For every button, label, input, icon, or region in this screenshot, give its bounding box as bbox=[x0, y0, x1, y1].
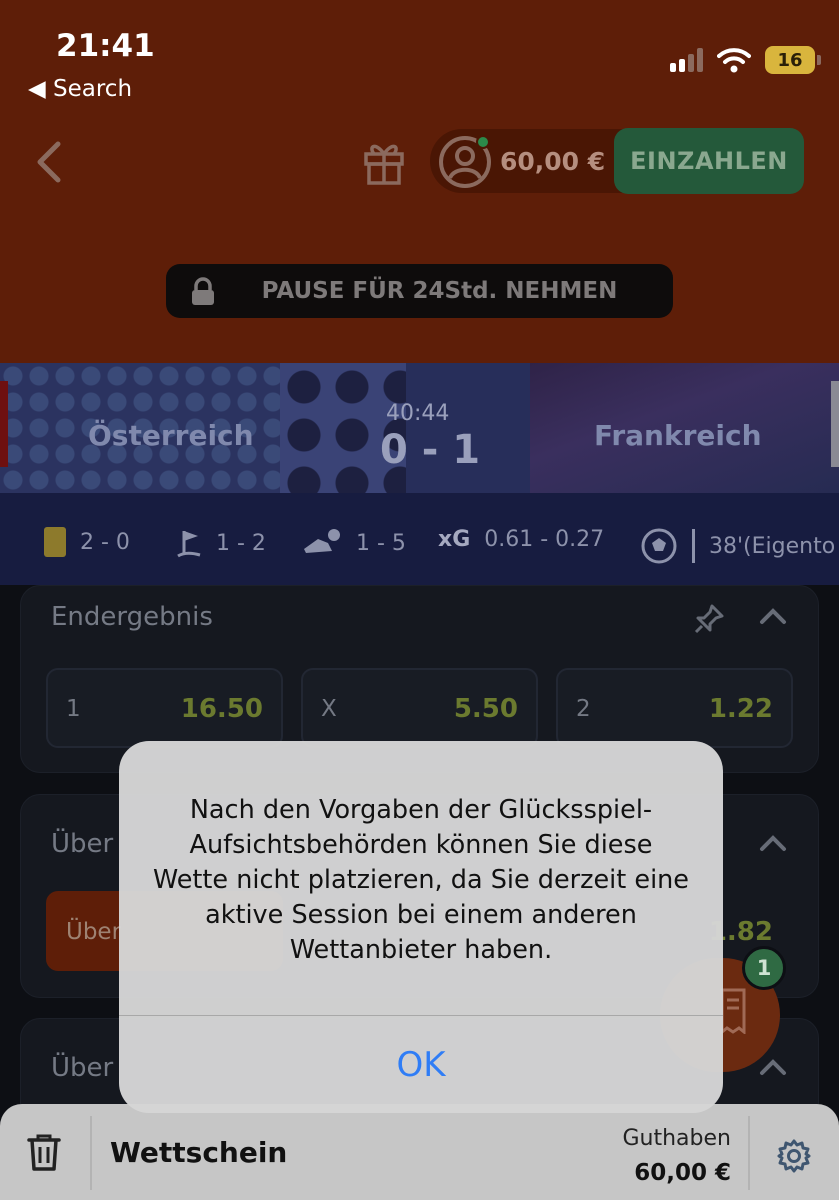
match-stats-bar[interactable]: 2 - 0 1 - 2 1 - 5 xG 0.61 - 0.27 38'(Eig… bbox=[0, 493, 839, 585]
chevron-up-icon[interactable] bbox=[758, 831, 788, 855]
deposit-button[interactable]: EINZAHLEN bbox=[614, 128, 804, 194]
away-team-name: Frankreich bbox=[594, 419, 762, 452]
football-icon bbox=[641, 528, 677, 564]
shots-value: 1 - 5 bbox=[356, 530, 406, 556]
betslip-balance-value: 60,00 € bbox=[634, 1160, 731, 1186]
alert-message: Nach den Vorgaben der Glücksspiel-Aufsic… bbox=[153, 795, 689, 965]
chevron-up-icon[interactable] bbox=[758, 604, 788, 628]
battery-icon: 16 bbox=[765, 46, 821, 74]
online-indicator bbox=[476, 135, 490, 149]
back-to-search-link[interactable]: ◀ Search bbox=[28, 76, 132, 102]
stat-corners: 1 - 2 bbox=[176, 527, 266, 559]
pin-icon[interactable] bbox=[692, 602, 726, 636]
xg-label: xG bbox=[438, 527, 471, 552]
corner-flag-icon bbox=[177, 531, 201, 558]
alert-dialog: Nach den Vorgaben der Glücksspiel-Aufsic… bbox=[119, 741, 723, 1113]
odd-button-draw[interactable]: X 5.50 bbox=[301, 668, 538, 748]
trash-icon[interactable] bbox=[26, 1132, 62, 1172]
stat-cards: 2 - 0 bbox=[44, 527, 130, 557]
pause-24h-label: PAUSE FÜR 24Std. NEHMEN bbox=[261, 278, 618, 304]
header-balance: 60,00 € bbox=[500, 147, 606, 176]
corners-value: 1 - 2 bbox=[216, 530, 266, 556]
betslip-title: Wettschein bbox=[110, 1136, 288, 1169]
xg-value: 0.61 - 0.27 bbox=[484, 527, 605, 552]
yellow-card-icon bbox=[44, 527, 66, 557]
pause-24h-button[interactable]: PAUSE FÜR 24Std. NEHMEN bbox=[166, 264, 673, 318]
match-banner: Österreich 40:44 0 - 1 Frankreich bbox=[0, 363, 839, 493]
app-header: 21:41 ◀ Search 16 60,00 € EINZAHLEN PAUS… bbox=[0, 0, 839, 363]
goal-event-text: 38'(Eigento bbox=[709, 533, 836, 559]
gift-icon[interactable] bbox=[362, 140, 406, 186]
status-time: 21:41 bbox=[56, 28, 155, 64]
alert-ok-button[interactable]: OK bbox=[119, 1017, 723, 1113]
betslip-bar[interactable]: Wettschein Guthaben 60,00 € bbox=[0, 1104, 839, 1200]
betslip-balance-label: Guthaben bbox=[622, 1126, 732, 1151]
betslip-count-badge: 1 bbox=[742, 946, 786, 990]
home-team-name: Österreich bbox=[88, 419, 254, 452]
market-title: Über bbox=[51, 829, 114, 859]
odd-button-home[interactable]: 1 16.50 bbox=[46, 668, 283, 748]
gear-icon[interactable] bbox=[776, 1138, 812, 1174]
stat-xg: xG 0.61 - 0.27 bbox=[438, 527, 604, 552]
cellular-signal-icon bbox=[670, 48, 703, 72]
market-title: Endergebnis bbox=[51, 602, 213, 632]
stat-goal-event: 38'(Eigento bbox=[640, 527, 835, 565]
lock-icon bbox=[192, 277, 214, 305]
back-arrow-icon[interactable] bbox=[32, 140, 66, 184]
status-icons: 16 bbox=[670, 46, 821, 74]
match-clock: 40:44 bbox=[386, 401, 450, 426]
match-score: 0 - 1 bbox=[380, 427, 481, 473]
away-flag bbox=[831, 381, 839, 467]
wifi-icon bbox=[717, 48, 751, 73]
cards-value: 2 - 0 bbox=[80, 529, 130, 555]
chevron-up-icon[interactable] bbox=[758, 1055, 788, 1079]
football-boot-icon bbox=[304, 529, 340, 553]
stat-shots: 1 - 5 bbox=[302, 527, 406, 559]
home-flag bbox=[0, 381, 8, 467]
odd-button-away[interactable]: 2 1.22 bbox=[556, 668, 793, 748]
market-title: Über bbox=[51, 1053, 114, 1083]
